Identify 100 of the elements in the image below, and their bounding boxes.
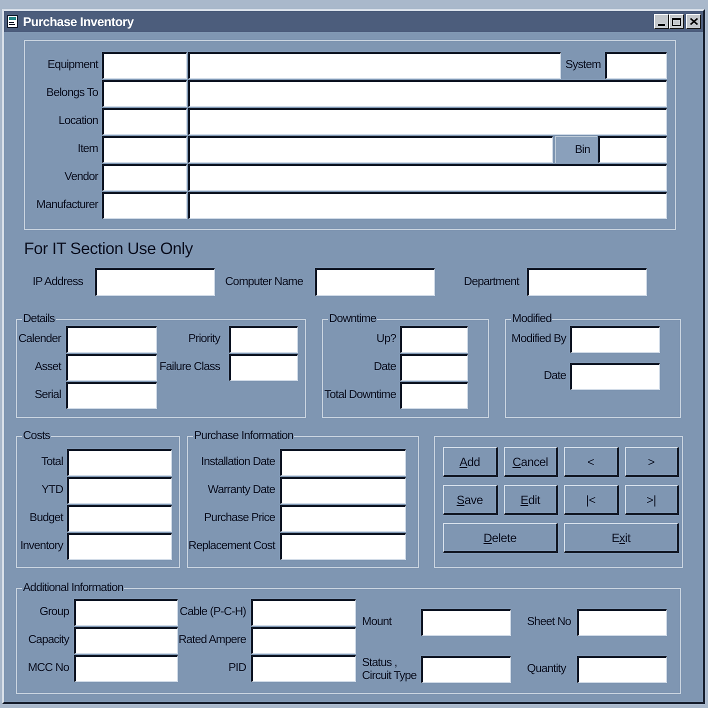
form-button[interactable]: Delete bbox=[443, 523, 558, 553]
form-button[interactable]: Add bbox=[443, 447, 498, 477]
input-field[interactable] bbox=[66, 326, 157, 353]
input-field[interactable] bbox=[280, 505, 406, 532]
input-field[interactable] bbox=[66, 354, 157, 381]
input-field[interactable] bbox=[66, 382, 157, 409]
field-label: Capacity bbox=[28, 634, 69, 647]
field-label: Computer Name bbox=[225, 276, 303, 288]
field-label: Department bbox=[464, 276, 519, 288]
input-field[interactable] bbox=[74, 627, 178, 654]
input-field[interactable] bbox=[67, 505, 172, 532]
input-field[interactable] bbox=[188, 164, 667, 191]
form-button[interactable]: |< bbox=[564, 485, 618, 515]
input-field[interactable] bbox=[527, 268, 647, 296]
field-label: Mount bbox=[362, 616, 392, 629]
input-field[interactable] bbox=[400, 354, 468, 381]
input-field[interactable] bbox=[188, 136, 553, 163]
group-title: Modified bbox=[511, 313, 552, 325]
field-label: Date bbox=[544, 370, 566, 383]
field-label: Equipment bbox=[48, 59, 98, 72]
field-label: YTD bbox=[42, 484, 63, 497]
field-label: MCC No bbox=[28, 662, 69, 675]
form-button[interactable]: >| bbox=[624, 485, 679, 515]
close-button[interactable] bbox=[686, 14, 701, 29]
field-label: Purchase Price bbox=[204, 512, 275, 525]
window-title: Purchase Inventory bbox=[23, 14, 134, 28]
input-field[interactable] bbox=[251, 655, 356, 682]
input-field[interactable] bbox=[229, 354, 298, 381]
input-field[interactable] bbox=[421, 609, 511, 636]
input-field[interactable] bbox=[251, 599, 356, 626]
field-label: Group bbox=[40, 606, 69, 619]
input-field[interactable] bbox=[229, 326, 298, 353]
field-label: Sheet No bbox=[527, 616, 571, 629]
field-label: Total bbox=[41, 456, 63, 469]
input-field[interactable] bbox=[605, 52, 667, 79]
form-button[interactable]: Save bbox=[443, 485, 498, 515]
form-button[interactable]: Exit bbox=[564, 523, 679, 553]
input-field[interactable] bbox=[102, 108, 187, 135]
input-field[interactable] bbox=[102, 52, 187, 79]
field-label: System bbox=[565, 59, 601, 72]
field-label: Up? bbox=[376, 333, 396, 346]
maximize-icon bbox=[672, 18, 681, 26]
input-field[interactable] bbox=[102, 164, 187, 191]
form-button[interactable]: < bbox=[564, 447, 618, 477]
input-field[interactable] bbox=[188, 192, 667, 219]
field-label: Quantity bbox=[527, 663, 566, 676]
field-label: Warranty Date bbox=[208, 484, 275, 497]
input-field[interactable] bbox=[67, 477, 172, 504]
minimize-button[interactable] bbox=[654, 14, 669, 29]
input-field[interactable] bbox=[400, 326, 468, 353]
input-field[interactable] bbox=[251, 627, 356, 654]
maximize-button[interactable] bbox=[669, 14, 684, 29]
form-button[interactable]: Cancel bbox=[504, 447, 558, 477]
group-title: Additional Information bbox=[22, 582, 124, 594]
field-label: Modified By bbox=[511, 333, 566, 346]
field-label: Location bbox=[58, 115, 98, 128]
input-field[interactable] bbox=[74, 655, 178, 682]
field-label: Serial bbox=[34, 389, 61, 402]
group-title: Purchase Information bbox=[193, 430, 294, 442]
field-label: Status , Circuit Type bbox=[362, 656, 417, 682]
input-field[interactable] bbox=[188, 52, 561, 79]
input-field[interactable] bbox=[421, 656, 511, 683]
section-heading: For IT Section Use Only bbox=[24, 239, 193, 259]
input-field[interactable] bbox=[102, 192, 187, 219]
minimize-icon bbox=[658, 24, 665, 26]
window-icon bbox=[7, 15, 18, 28]
input-field[interactable] bbox=[577, 609, 667, 636]
form-button[interactable]: Edit bbox=[504, 485, 558, 515]
field-label: Cable (P-C-H) bbox=[180, 606, 246, 619]
field-label: Rated Ampere bbox=[178, 634, 246, 647]
field-label: PID bbox=[228, 662, 246, 675]
input-field[interactable] bbox=[315, 268, 435, 296]
input-field[interactable] bbox=[280, 477, 406, 504]
input-field[interactable] bbox=[570, 326, 660, 353]
form-button[interactable]: > bbox=[624, 447, 679, 477]
input-field[interactable] bbox=[577, 656, 667, 683]
input-field[interactable] bbox=[67, 449, 172, 476]
input-field[interactable] bbox=[95, 268, 215, 296]
field-label: Manufacturer bbox=[36, 199, 98, 212]
input-field[interactable] bbox=[280, 533, 406, 560]
field-label: Asset bbox=[34, 361, 61, 374]
field-label: Item bbox=[78, 143, 98, 156]
field-label: Calender bbox=[18, 333, 61, 346]
input-field[interactable] bbox=[570, 363, 660, 390]
group-title: Downtime bbox=[328, 313, 378, 325]
input-field[interactable] bbox=[67, 533, 172, 560]
field-label: Installation Date bbox=[201, 456, 275, 469]
field-label: Priority bbox=[188, 333, 220, 346]
input-field[interactable] bbox=[188, 80, 667, 107]
input-field[interactable] bbox=[102, 136, 187, 163]
input-field[interactable] bbox=[74, 599, 178, 626]
input-field[interactable] bbox=[400, 382, 468, 409]
input-field[interactable] bbox=[188, 108, 667, 135]
input-field[interactable] bbox=[102, 80, 187, 107]
group-title: Details bbox=[22, 313, 56, 325]
input-field[interactable] bbox=[598, 136, 667, 163]
field-label: Bin bbox=[555, 136, 597, 163]
input-field[interactable] bbox=[280, 449, 406, 476]
field-label: Inventory bbox=[20, 540, 63, 553]
field-label: Date bbox=[374, 361, 396, 374]
